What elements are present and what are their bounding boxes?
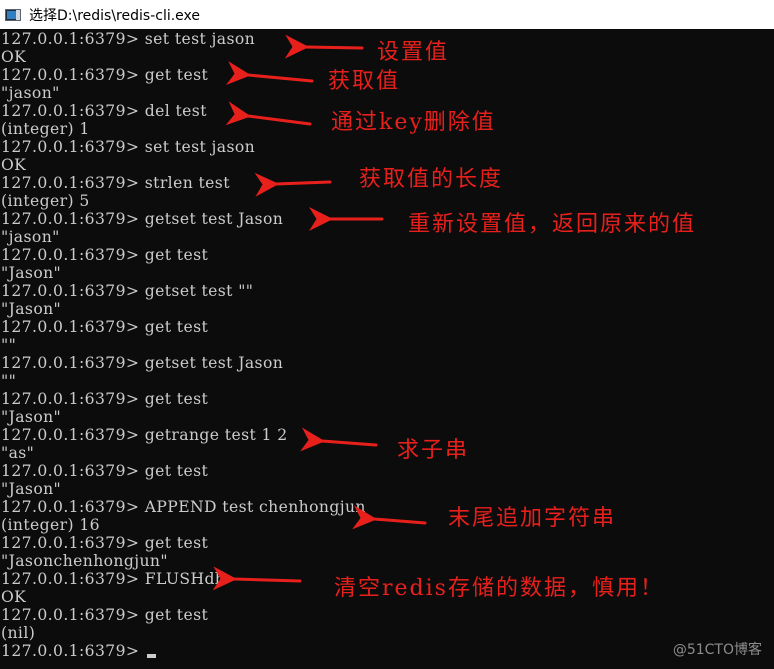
terminal-line: "jason": [1, 228, 60, 246]
terminal-line: OK: [1, 156, 27, 174]
text-cursor: [146, 654, 156, 658]
terminal-line: 127.0.0.1:6379> get test: [1, 534, 209, 552]
terminal-line: 127.0.0.1:6379> get test: [1, 462, 209, 480]
terminal-line: 127.0.0.1:6379> getset test Jason: [1, 354, 284, 372]
terminal-line: (integer) 16: [1, 516, 100, 534]
terminal-line: 127.0.0.1:6379> getset test Jason: [1, 210, 284, 228]
terminal-line: "Jason": [1, 480, 62, 498]
watermark: @51CTO博客: [672, 642, 762, 658]
terminal-line: "jason": [1, 84, 60, 102]
terminal-line: "Jason": [1, 300, 62, 318]
terminal-line: 127.0.0.1:6379> getrange test 1 2: [1, 426, 288, 444]
terminal-line: (integer) 1: [1, 120, 90, 138]
terminal-line: 127.0.0.1:6379> get test: [1, 606, 209, 624]
window-titlebar: 选择D:\redis\redis-cli.exe: [0, 0, 774, 29]
annotation-flushdb: 清空redis存储的数据，慎用！: [334, 576, 664, 601]
terminal-prompt-line[interactable]: 127.0.0.1:6379>: [1, 642, 156, 660]
terminal-line: 127.0.0.1:6379> strlen test: [1, 174, 230, 192]
terminal-line: "": [1, 336, 17, 354]
annotation-del: 通过key删除值: [331, 110, 496, 135]
annotation-strlen: 获取值的长度: [359, 167, 504, 192]
terminal-line: 127.0.0.1:6379> getset test "": [1, 282, 254, 300]
console-window-icon: [5, 8, 21, 21]
terminal-line: 127.0.0.1:6379> get test: [1, 390, 209, 408]
terminal-line: 127.0.0.1:6379> del test: [1, 102, 207, 120]
terminal-line: 127.0.0.1:6379> APPEND test chenhongjun: [1, 498, 366, 516]
terminal-line: 127.0.0.1:6379> FLUSHdb: [1, 570, 226, 588]
annotation-getrange: 求子串: [397, 438, 470, 463]
terminal-line: (integer) 5: [1, 192, 90, 210]
terminal-line: 127.0.0.1:6379> get test: [1, 318, 209, 336]
annotation-getset: 重新设置值，返回原来的值: [408, 212, 697, 237]
terminal-line: 127.0.0.1:6379> get test: [1, 66, 209, 84]
annotation-get: 获取值: [328, 69, 401, 94]
terminal-line: OK: [1, 48, 27, 66]
terminal-line: OK: [1, 588, 27, 606]
terminal-line: "as": [1, 444, 35, 462]
terminal-line: (nil): [1, 624, 36, 642]
terminal-line: "Jason": [1, 264, 62, 282]
terminal-line: 127.0.0.1:6379> get test: [1, 246, 209, 264]
prompt-text: 127.0.0.1:6379>: [1, 642, 145, 660]
terminal-line: 127.0.0.1:6379> set test jason: [1, 30, 256, 48]
terminal-line: 127.0.0.1:6379> set test jason: [1, 138, 256, 156]
annotation-append: 末尾追加字符串: [448, 506, 617, 531]
terminal-line: "": [1, 372, 17, 390]
terminal-line: "Jasonchenhongjun": [1, 552, 168, 570]
annotation-set: 设置值: [377, 40, 450, 65]
window-title: 选择D:\redis\redis-cli.exe: [29, 7, 201, 24]
terminal-line: "Jason": [1, 408, 62, 426]
